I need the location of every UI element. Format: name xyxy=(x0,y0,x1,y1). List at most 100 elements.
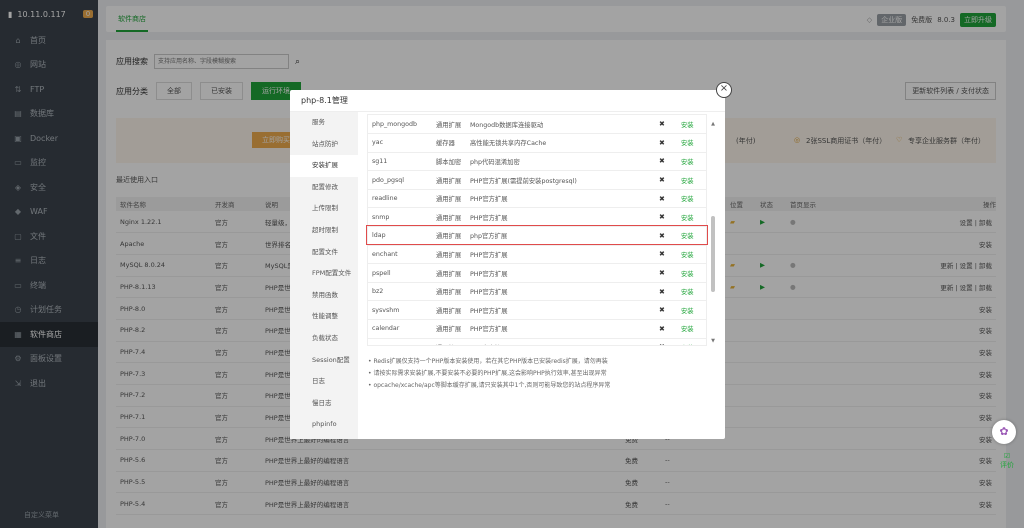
modal-nav-item-10[interactable]: 负载状态 xyxy=(290,328,358,350)
install-button[interactable]: 安装 xyxy=(681,189,706,209)
install-button[interactable]: 安装 xyxy=(681,300,706,321)
ext-name: readline xyxy=(368,189,436,209)
modal-title: php-8.1管理 xyxy=(290,90,725,112)
install-button[interactable]: 安装 xyxy=(681,263,706,283)
ext-name: pdo_pgsql xyxy=(368,170,436,190)
ext-type: 通用扩展 xyxy=(436,282,470,302)
ext-desc: PHP官方扩展 xyxy=(470,263,659,283)
extension-row: pspell 通用扩展 PHP官方扩展 ✖ 安装 xyxy=(368,263,706,283)
ext-type: 通用扩展 xyxy=(436,319,470,339)
modal-nav-item-7[interactable]: FPM配置文件 xyxy=(290,263,358,285)
delete-icon[interactable]: ✖ xyxy=(659,338,681,345)
ext-name: pspell xyxy=(368,263,436,283)
ext-name: snmp xyxy=(368,207,436,228)
ext-type: 通用扩展 xyxy=(436,170,470,190)
extension-row: snmp 通用扩展 PHP官方扩展 ✖ 安装 xyxy=(368,207,706,228)
modal-nav-item-1[interactable]: 站点防护 xyxy=(290,134,358,156)
modal-nav-item-9[interactable]: 性能调整 xyxy=(290,306,358,328)
scrollbar[interactable]: ▲ ▼ xyxy=(710,114,716,346)
ext-type: 脚本加密 xyxy=(436,152,470,172)
extension-row: enchant 通用扩展 PHP官方扩展 ✖ 安装 xyxy=(368,245,706,265)
note-item: • opcache/xcache/apc等脚本缓存扩展,请只安装其中1个,否则可… xyxy=(368,382,611,389)
ext-name: bz2 xyxy=(368,282,436,302)
ext-name: enchant xyxy=(368,245,436,265)
delete-icon[interactable]: ✖ xyxy=(659,152,681,172)
ext-desc: PHP官方扩展 xyxy=(470,207,659,228)
modal-nav-item-4[interactable]: 上传限制 xyxy=(290,198,358,220)
ext-name: yac xyxy=(368,133,436,153)
ext-name: calendar xyxy=(368,319,436,339)
ext-type: 缓存器 xyxy=(436,133,470,153)
modal-nav-item-11[interactable]: Session配置 xyxy=(290,350,358,372)
review-button[interactable]: ☑ 评价 xyxy=(1000,452,1014,470)
ext-type: 通用扩展 xyxy=(436,207,470,228)
ext-type: 通用扩展 xyxy=(436,338,470,345)
scrollbar-thumb[interactable] xyxy=(711,216,715,292)
extension-row: yac 缓存器 高性能无锁共享内存Cache ✖ 安装 xyxy=(368,133,706,153)
install-button[interactable]: 安装 xyxy=(681,207,706,228)
modal-nav-item-8[interactable]: 禁用函数 xyxy=(290,285,358,307)
extension-row: gmp通用扩展php官方扩展✖安装 xyxy=(368,338,706,345)
install-button[interactable]: 安装 xyxy=(681,170,706,190)
install-button[interactable]: 安装 xyxy=(681,245,706,265)
delete-icon[interactable]: ✖ xyxy=(659,245,681,265)
delete-icon[interactable]: ✖ xyxy=(659,226,681,246)
ext-desc: PHP官方扩展 xyxy=(470,282,659,302)
delete-icon[interactable]: ✖ xyxy=(659,319,681,339)
ext-desc: PHP官方扩展 xyxy=(470,245,659,265)
install-button[interactable]: 安装 xyxy=(681,133,706,153)
ext-desc: php官方扩展 xyxy=(470,338,659,345)
modal-nav-item-2[interactable]: 安装扩展 xyxy=(290,155,358,177)
ext-desc: PHP官方扩展 xyxy=(470,189,659,209)
ext-name: php_mongodb xyxy=(368,115,436,135)
install-button[interactable]: 安装 xyxy=(681,319,706,339)
ext-desc: php官方扩展 xyxy=(470,226,659,246)
delete-icon[interactable]: ✖ xyxy=(659,282,681,302)
scroll-up-icon[interactable]: ▲ xyxy=(710,121,716,127)
extension-row: php_mongodb 通用扩展 Mongodb数据库连接驱动 ✖ 安装 xyxy=(368,115,706,135)
modal-nav-item-3[interactable]: 配置修改 xyxy=(290,177,358,199)
modal-nav-item-6[interactable]: 配置文件 xyxy=(290,242,358,264)
install-button[interactable]: 安装 xyxy=(681,226,706,246)
ext-name: gmp xyxy=(368,338,436,345)
php-manage-modal: php-8.1管理 服务 站点防护 安装扩展 配置修改 上传限制 超时限制 配置文件 FPM配… xyxy=(290,90,725,439)
assistant-float-icon[interactable]: ✿ xyxy=(992,420,1016,444)
install-button[interactable]: 安装 xyxy=(681,115,706,135)
delete-icon[interactable]: ✖ xyxy=(659,263,681,283)
extension-row: bz2 通用扩展 PHP官方扩展 ✖ 安装 xyxy=(368,282,706,302)
modal-nav-item-0[interactable]: 服务 xyxy=(290,112,358,134)
scroll-down-icon[interactable]: ▼ xyxy=(710,338,716,344)
delete-icon[interactable]: ✖ xyxy=(659,170,681,190)
modal-nav-item-5[interactable]: 超时限制 xyxy=(290,220,358,242)
delete-icon[interactable]: ✖ xyxy=(659,300,681,321)
install-button[interactable]: 安装 xyxy=(681,338,706,345)
install-button[interactable]: 安装 xyxy=(681,282,706,302)
ext-name: sysvshm xyxy=(368,300,436,321)
modal-nav-item-12[interactable]: 日志 xyxy=(290,371,358,393)
close-icon[interactable]: × xyxy=(716,82,732,98)
extension-row: calendar 通用扩展 PHP官方扩展 ✖ 安装 xyxy=(368,319,706,339)
delete-icon[interactable]: ✖ xyxy=(659,189,681,209)
ext-desc: 高性能无锁共享内存Cache xyxy=(470,133,659,153)
ext-name: ldap xyxy=(368,226,436,246)
delete-icon[interactable]: ✖ xyxy=(659,133,681,153)
extension-list[interactable]: php_mongodb 通用扩展 Mongodb数据库连接驱动 ✖ 安装 yac 缓存器 高性… xyxy=(367,114,707,346)
ext-type: 通用扩展 xyxy=(436,115,470,135)
delete-icon[interactable]: ✖ xyxy=(659,207,681,228)
ext-desc: php代码混淆加密 xyxy=(470,152,659,172)
modal-nav-item-14[interactable]: phpinfo xyxy=(290,414,358,436)
extension-row: sg11 脚本加密 php代码混淆加密 ✖ 安装 xyxy=(368,152,706,172)
ext-name: sg11 xyxy=(368,152,436,172)
note-item: • Redis扩展仅支持一个PHP版本安装使用，若在其它PHP版本已安装redi… xyxy=(368,358,608,365)
extension-row: ldap 通用扩展 php官方扩展 ✖ 安装 xyxy=(368,226,706,246)
install-button[interactable]: 安装 xyxy=(681,152,706,172)
extension-row: sysvshm 通用扩展 PHP官方扩展 ✖ 安装 xyxy=(368,300,706,321)
delete-icon[interactable]: ✖ xyxy=(659,115,681,135)
ext-desc: PHP官方扩展 xyxy=(470,300,659,321)
notes-list: • Redis扩展仅支持一个PHP版本安装使用，若在其它PHP版本已安装redi… xyxy=(368,356,610,392)
ext-desc: PHP官方扩展 xyxy=(470,319,659,339)
ext-type: 通用扩展 xyxy=(436,189,470,209)
extension-row: readline 通用扩展 PHP官方扩展 ✖ 安装 xyxy=(368,189,706,209)
modal-nav-item-13[interactable]: 慢日志 xyxy=(290,393,358,415)
ext-desc: PHP官方扩展(需提前安装postgresql) xyxy=(470,170,659,190)
